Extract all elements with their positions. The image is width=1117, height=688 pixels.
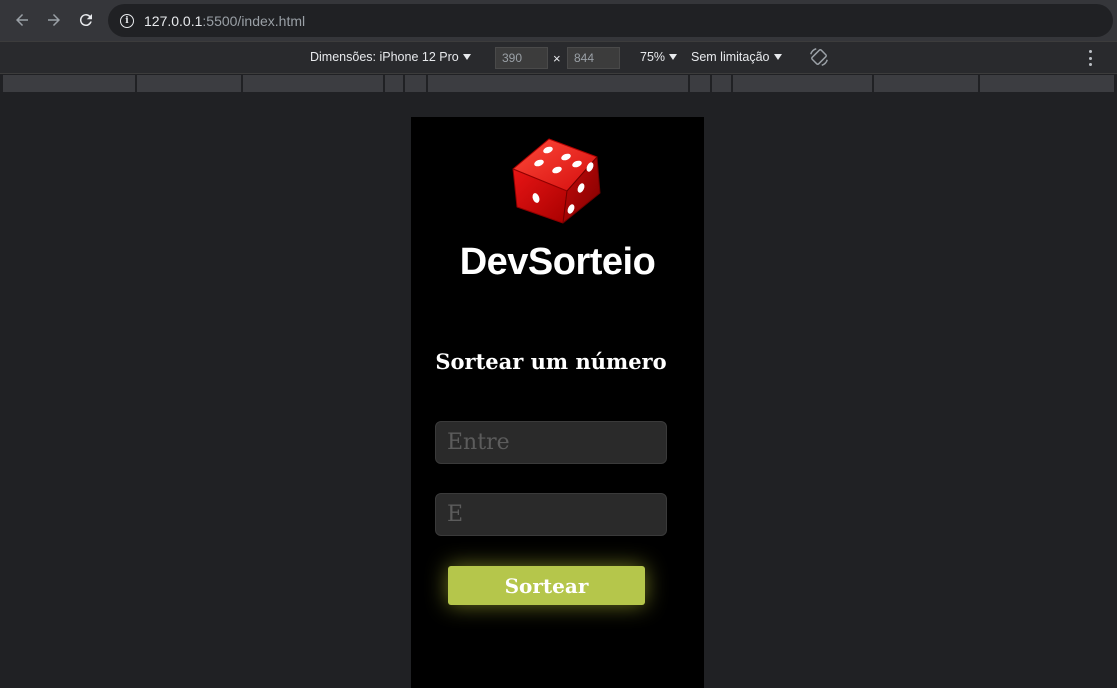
arrow-left-icon	[16, 14, 28, 26]
page-title: Sortear um número	[435, 349, 667, 374]
zoom-label: 75%	[640, 50, 666, 64]
rotate-icon[interactable]	[808, 46, 830, 68]
device-dimensions-select[interactable]: Dimensões: iPhone 12 Pro	[310, 50, 471, 64]
media-query-bar[interactable]	[243, 75, 383, 92]
media-query-bar[interactable]	[3, 75, 135, 92]
media-query-bar[interactable]	[980, 75, 1114, 92]
min-number-input[interactable]: Entre	[435, 421, 667, 464]
device-dimensions-label: Dimensões: iPhone 12 Pro	[310, 50, 459, 64]
back-button[interactable]	[6, 4, 38, 36]
media-query-bar[interactable]	[712, 75, 731, 92]
media-query-bar[interactable]	[733, 75, 872, 92]
width-input[interactable]: 390	[495, 47, 548, 69]
throttling-select[interactable]: Sem limitação	[691, 50, 782, 64]
url-text[interactable]: 127.0.0.1:5500/index.html	[144, 13, 305, 29]
device-viewport: DevSorteio Sortear um número Entre E Sor…	[411, 117, 704, 688]
media-query-bar[interactable]	[874, 75, 978, 92]
arrow-right-icon	[48, 14, 60, 26]
url-path: :5500/index.html	[202, 12, 306, 29]
media-query-bar[interactable]	[690, 75, 710, 92]
times-separator: ×	[553, 51, 561, 66]
media-query-ruler	[0, 74, 1117, 94]
height-input[interactable]: 844	[567, 47, 620, 69]
url-host: 127.0.0.1	[144, 12, 203, 29]
address-bar[interactable]: i 127.0.0.1:5500/index.html	[108, 4, 1113, 37]
caret-down-icon	[462, 54, 471, 60]
browser-toolbar: i 127.0.0.1:5500/index.html	[0, 0, 1117, 41]
media-query-bar[interactable]	[405, 75, 426, 92]
throttling-label: Sem limitação	[691, 50, 770, 64]
zoom-select[interactable]: 75%	[640, 50, 678, 64]
media-query-bar[interactable]	[137, 75, 241, 92]
device-toolbar: Dimensões: iPhone 12 Pro 390 × 844 75% S…	[0, 41, 1117, 74]
brand-logo: DevSorteio	[459, 241, 656, 283]
more-options-icon[interactable]	[1086, 50, 1094, 66]
forward-button[interactable]	[38, 4, 70, 36]
info-icon[interactable]: i	[120, 13, 134, 28]
caret-down-icon	[773, 54, 782, 60]
media-query-bar[interactable]	[385, 75, 403, 92]
media-query-bar[interactable]	[428, 75, 688, 92]
draw-button[interactable]: Sortear	[448, 566, 645, 605]
caret-down-icon	[669, 54, 678, 60]
reload-button[interactable]	[70, 4, 102, 36]
max-number-input[interactable]: E	[435, 493, 667, 536]
reload-icon	[79, 14, 92, 27]
dice-icon	[512, 138, 601, 224]
